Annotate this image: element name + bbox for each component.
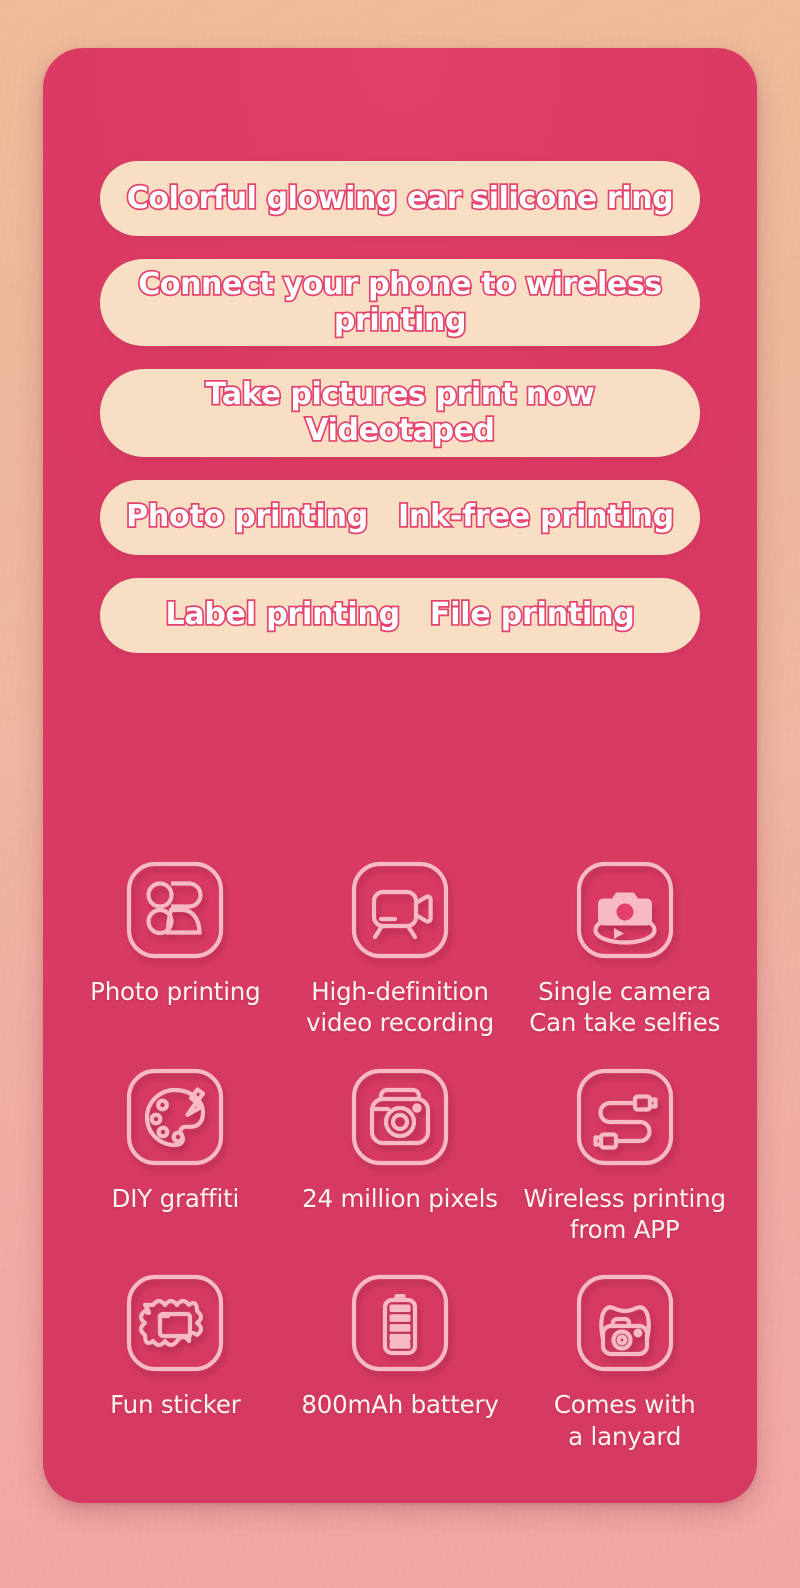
feature-pill-list: Colorful glowing ear silicone ring Conne… <box>100 161 700 653</box>
video-camera-icon <box>348 858 452 962</box>
feature-label-pixels: 24 million pixels <box>302 1183 498 1213</box>
feature-label-selfie-camera: Single camera Can take selfies <box>529 977 721 1038</box>
feature-icon-grid: Photo printing High-definition video rec… <box>63 858 737 1452</box>
feature-label-diy-graffiti: DIY graffiti <box>111 1183 240 1213</box>
pill-photo-ink: Photo printing Ink-free printing <box>100 479 700 555</box>
feature-label-wireless-app: Wireless printing from APP <box>523 1183 726 1245</box>
photo-printing-icon <box>123 858 227 962</box>
pill-take-pictures: Take pictures print now Videotaped <box>100 369 700 457</box>
camera-icon <box>348 1065 452 1169</box>
battery-icon <box>348 1271 452 1375</box>
feature-label-photo-printing: Photo printing <box>90 977 261 1006</box>
pill-ink-free-printing-text: Ink-free printing <box>396 498 675 536</box>
feature-label-video-recording: High-definition video recording <box>306 977 494 1038</box>
feature-item-photo-printing: Photo printing <box>63 858 288 1039</box>
feature-item-lanyard: Comes with a lanyard <box>512 1271 737 1452</box>
pill-label-printing-text: Label printing <box>164 596 402 634</box>
pill-wireless: Connect your phone to wireless printing <box>100 259 700 347</box>
pill-ear-ring: Colorful glowing ear silicone ring <box>100 161 700 236</box>
pill-file-printing-text: File printing <box>428 596 636 634</box>
feature-item-wireless-app: Wireless printing from APP <box>512 1065 737 1246</box>
cable-connector-icon <box>573 1065 677 1169</box>
pill-wireless-text: Connect your phone to wireless printing <box>137 265 664 339</box>
rotating-camera-icon <box>573 858 677 962</box>
camera-lanyard-icon <box>573 1271 677 1375</box>
sticker-frame-icon <box>123 1271 227 1375</box>
feature-label-fun-sticker: Fun sticker <box>110 1390 241 1420</box>
product-feature-card: Colorful glowing ear silicone ring Conne… <box>43 48 757 1503</box>
pill-photo-printing-text: Photo printing <box>124 498 370 536</box>
feature-label-battery: 800mAh battery <box>301 1390 499 1420</box>
feature-item-battery: 800mAh battery <box>288 1271 513 1452</box>
feature-item-selfie-camera: Single camera Can take selfies <box>512 858 737 1039</box>
feature-item-diy-graffiti: DIY graffiti <box>63 1065 288 1246</box>
feature-item-pixels: 24 million pixels <box>288 1065 513 1246</box>
paint-palette-icon <box>123 1065 227 1169</box>
feature-item-video-recording: High-definition video recording <box>288 858 513 1039</box>
pill-ear-ring-text: Colorful glowing ear silicone ring <box>125 179 675 217</box>
feature-item-fun-sticker: Fun sticker <box>63 1271 288 1452</box>
feature-label-lanyard: Comes with a lanyard <box>553 1390 696 1451</box>
pill-label-file: Label printing File printing <box>100 577 700 653</box>
pill-take-pictures-text: Take pictures print now Videotaped <box>204 376 596 450</box>
